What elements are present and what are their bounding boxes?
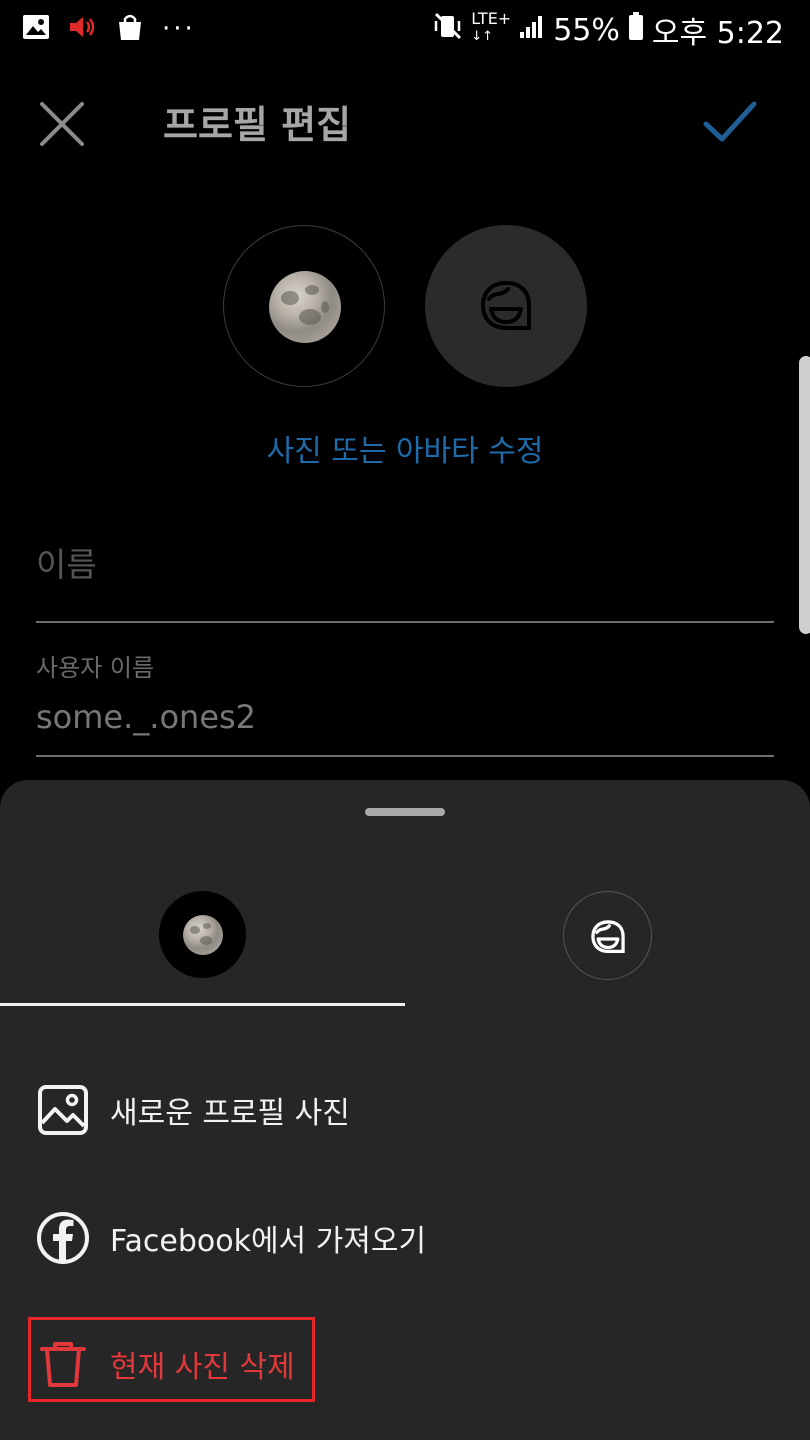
profile-avatar[interactable] (425, 225, 587, 387)
status-bar: ··· LTE+ ↓↑ 55% 오후 5:22 (0, 0, 810, 56)
photo-tab-thumbnail (159, 891, 246, 978)
moon-photo (269, 271, 341, 343)
vibrate-mute-icon (433, 11, 463, 49)
volume-icon (68, 14, 98, 44)
gallery-icon (22, 14, 50, 44)
status-notifications: ··· (22, 12, 196, 46)
check-icon (703, 101, 757, 142)
status-indicators: LTE+ ↓↑ 55% 오후 5:22 (433, 8, 784, 52)
import-facebook-label: Facebook에서 가져오기 (110, 1224, 427, 1259)
network-type: LTE+ ↓↑ (471, 9, 512, 45)
username-value: some._.ones2 (36, 698, 257, 736)
new-profile-photo-item[interactable]: 새로운 프로필 사진 (0, 1058, 810, 1158)
avatar-icon (591, 920, 625, 954)
page-title: 프로필 편집 (163, 103, 352, 147)
battery-percent: 55% (553, 12, 620, 48)
battery-icon (628, 11, 644, 49)
sheet-grabber[interactable] (365, 808, 445, 816)
username-field[interactable]: some._.ones2 (36, 690, 774, 757)
name-field[interactable]: 이름 (36, 530, 774, 623)
avatar-tab[interactable] (405, 860, 810, 1005)
tab-selected-indicator (0, 1003, 405, 1006)
username-label: 사용자 이름 (36, 654, 155, 682)
screen: ··· LTE+ ↓↑ 55% 오후 5:22 프로필 편집 사진 또는 아바타… (0, 0, 810, 1440)
edit-photo-link[interactable]: 사진 또는 아바타 수정 (0, 426, 810, 470)
profile-photo[interactable] (223, 225, 385, 387)
photo-tab[interactable] (0, 860, 405, 1005)
moon-thumbnail (183, 915, 223, 955)
clock: 오후 5:22 (651, 16, 784, 51)
scroll-handle[interactable] (799, 356, 810, 634)
new-profile-photo-label: 새로운 프로필 사진 (110, 1096, 350, 1131)
image-icon (36, 1083, 90, 1137)
avatar-tab-thumbnail (563, 891, 652, 980)
highlight-box (28, 1317, 315, 1402)
confirm-button[interactable] (696, 90, 762, 156)
avatar-icon (480, 280, 531, 330)
signal-icon (519, 13, 545, 48)
name-placeholder: 이름 (36, 545, 97, 584)
import-facebook-item[interactable]: Facebook에서 가져오기 (0, 1186, 810, 1286)
facebook-icon (36, 1211, 90, 1265)
shopping-bag-icon (116, 12, 144, 46)
more-notifications-icon: ··· (162, 14, 196, 44)
close-icon (40, 102, 84, 146)
header: 프로필 편집 (0, 70, 810, 170)
close-button[interactable] (30, 92, 94, 156)
